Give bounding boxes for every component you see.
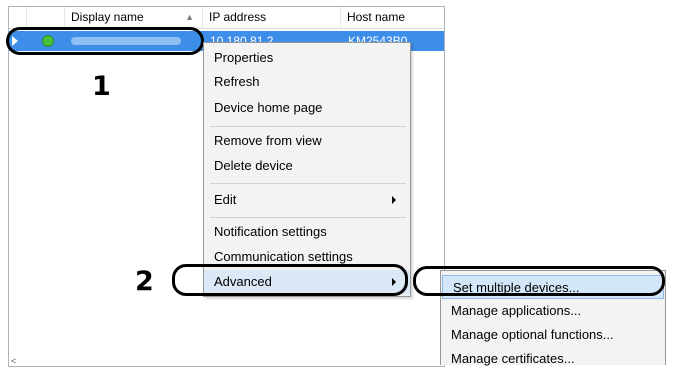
header-display-name[interactable]: Display name ▲ bbox=[65, 7, 203, 28]
callout-oval-2 bbox=[172, 264, 408, 296]
submenu-item-manage-optional-functions[interactable]: Manage optional functions... bbox=[441, 323, 665, 347]
header-display-name-label: Display name bbox=[71, 10, 144, 24]
submenu-arrow-icon bbox=[392, 196, 396, 204]
header-status-column[interactable] bbox=[27, 7, 65, 28]
sort-ascending-icon: ▲ bbox=[185, 12, 194, 22]
callout-oval-submenu bbox=[413, 266, 665, 296]
callout-number-2: 2 bbox=[135, 266, 154, 297]
callout-number-1: 1 bbox=[92, 71, 111, 102]
menu-item-edit[interactable]: Edit bbox=[204, 188, 410, 212]
context-menu: Properties Refresh Device home page Remo… bbox=[203, 42, 411, 297]
menu-item-refresh[interactable]: Refresh bbox=[204, 70, 410, 94]
header-host-name[interactable]: Host name bbox=[341, 7, 444, 28]
callout-oval-1 bbox=[6, 27, 204, 55]
list-header: Display name ▲ IP address Host name bbox=[9, 7, 444, 29]
menu-separator bbox=[210, 217, 406, 218]
menu-item-remove-from-view[interactable]: Remove from view bbox=[204, 129, 410, 153]
submenu-item-manage-certificates[interactable]: Manage certificates... bbox=[441, 347, 665, 371]
header-ip-address[interactable]: IP address bbox=[203, 7, 341, 28]
menu-item-edit-label: Edit bbox=[214, 192, 237, 207]
menu-item-notification-settings[interactable]: Notification settings bbox=[204, 220, 410, 244]
menu-item-properties[interactable]: Properties bbox=[204, 46, 410, 70]
menu-item-device-home-page[interactable]: Device home page bbox=[204, 96, 410, 120]
header-expand-column[interactable] bbox=[9, 7, 27, 28]
submenu-item-manage-applications[interactable]: Manage applications... bbox=[441, 299, 665, 323]
menu-item-delete-device[interactable]: Delete device bbox=[204, 154, 410, 178]
menu-separator bbox=[210, 183, 406, 184]
menu-separator bbox=[210, 126, 406, 127]
